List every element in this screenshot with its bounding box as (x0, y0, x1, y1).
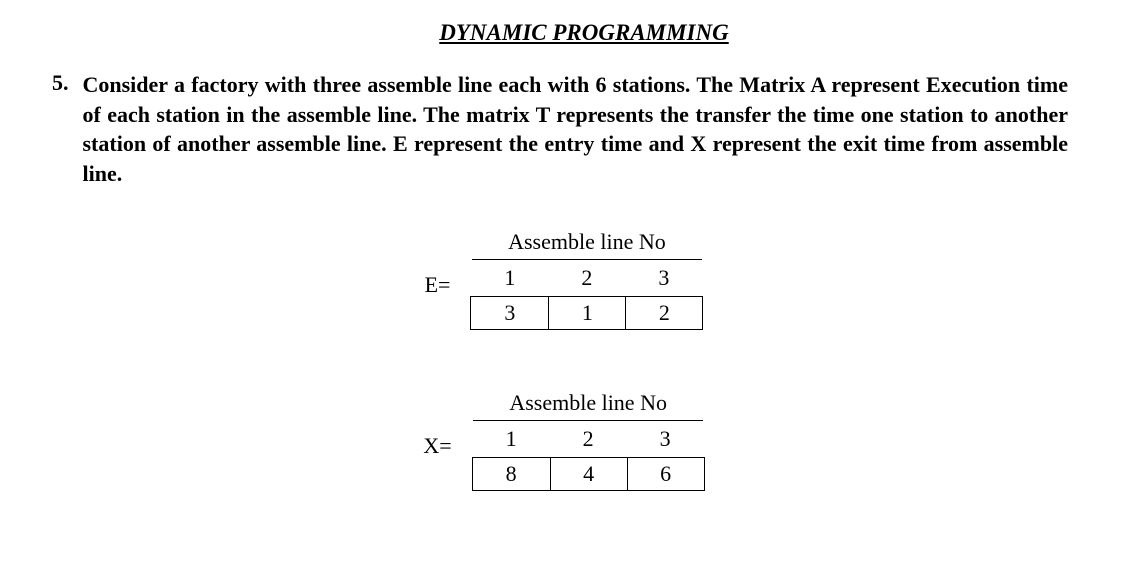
exit-label: X= (423, 433, 451, 491)
entry-val-2: 1 (548, 297, 625, 329)
problem-statement: 5. Consider a factory with three assembl… (30, 70, 1098, 189)
entry-col-2: 2 (548, 263, 625, 296)
exit-table-block: X= Assemble line No 1 2 3 8 4 6 (423, 390, 704, 491)
exit-rule (473, 420, 703, 421)
problem-text: Consider a factory with three assemble l… (83, 70, 1069, 189)
entry-value-row: 3 1 2 (470, 296, 703, 330)
exit-table: Assemble line No 1 2 3 8 4 6 (472, 390, 705, 491)
exit-col-1: 1 (473, 424, 550, 457)
exit-val-2: 4 (550, 458, 627, 490)
entry-val-3: 2 (625, 297, 702, 329)
entry-col-3: 3 (625, 263, 702, 296)
exit-col-2: 2 (550, 424, 627, 457)
page-title: DYNAMIC PROGRAMMING (70, 20, 1098, 46)
entry-rule (472, 259, 702, 260)
exit-val-1: 8 (473, 458, 550, 490)
entry-table: Assemble line No 1 2 3 3 1 2 (470, 229, 703, 330)
exit-caption: Assemble line No (509, 390, 667, 416)
entry-val-1: 3 (471, 297, 548, 329)
entry-label: E= (425, 272, 451, 330)
exit-col-3: 3 (627, 424, 704, 457)
exit-value-row: 8 4 6 (472, 457, 705, 491)
exit-val-3: 6 (627, 458, 704, 490)
tables-area: E= Assemble line No 1 2 3 3 1 2 X= (30, 229, 1098, 491)
entry-caption: Assemble line No (508, 229, 666, 255)
entry-header-row: 1 2 3 (471, 263, 702, 296)
exit-header-row: 1 2 3 (473, 424, 704, 457)
entry-col-1: 1 (471, 263, 548, 296)
problem-number: 5. (52, 70, 69, 96)
entry-table-block: E= Assemble line No 1 2 3 3 1 2 (425, 229, 704, 330)
